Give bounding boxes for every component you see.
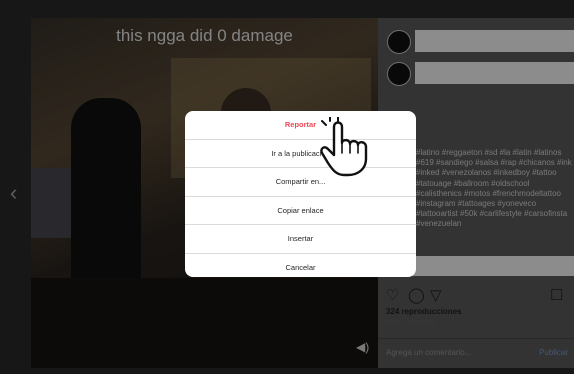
embed-button[interactable]: Insertar bbox=[185, 225, 416, 254]
hand-pointer-icon bbox=[320, 117, 368, 177]
cancel-button[interactable]: Cancelar bbox=[185, 254, 416, 277]
copy-link-button[interactable]: Copiar enlace bbox=[185, 197, 416, 226]
